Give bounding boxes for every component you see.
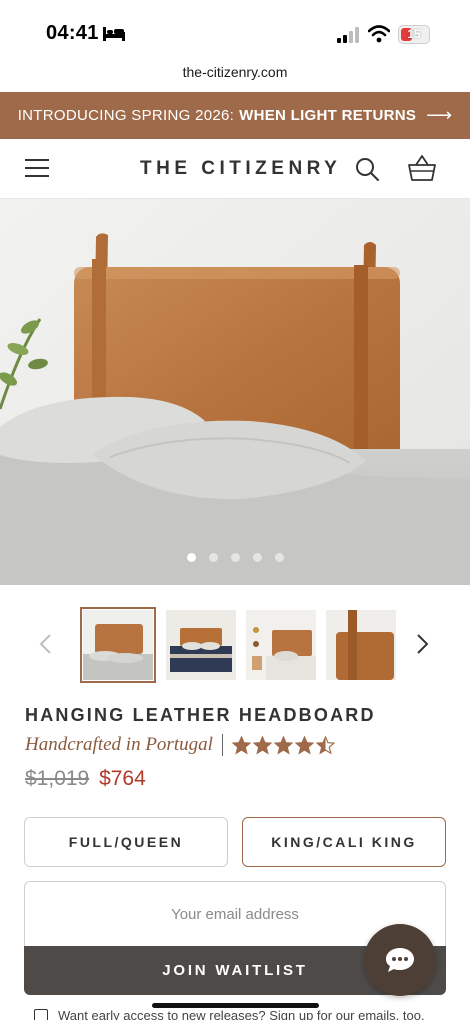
original-price: $1,019 bbox=[25, 767, 90, 790]
rating-stars[interactable] bbox=[231, 735, 335, 755]
carousel-dot[interactable] bbox=[208, 553, 218, 562]
carousel-dot[interactable] bbox=[252, 553, 262, 562]
thumbnail-strip bbox=[0, 605, 470, 685]
size-option-full-queen[interactable]: FULL/QUEEN bbox=[24, 817, 228, 867]
carousel-dot[interactable] bbox=[186, 553, 196, 562]
promo-text: INTRODUCING SPRING 2026: bbox=[17, 107, 235, 124]
product-hero-image[interactable] bbox=[0, 199, 470, 585]
star-icon bbox=[294, 735, 314, 754]
star-icon bbox=[315, 735, 335, 754]
thumbnail-4[interactable] bbox=[326, 610, 396, 680]
chevron-right-icon[interactable] bbox=[416, 633, 430, 655]
star-icon bbox=[252, 735, 272, 754]
price-row: $1,019 $764 bbox=[25, 767, 146, 791]
browser-url[interactable]: the-citizenry.com bbox=[0, 64, 470, 80]
headboard-photo bbox=[0, 199, 470, 585]
status-time: 04:41 bbox=[46, 22, 99, 44]
cart-icon[interactable] bbox=[407, 154, 437, 182]
size-option-king-cali-king[interactable]: KING/CALI KING bbox=[242, 817, 446, 867]
star-icon bbox=[273, 735, 293, 754]
sale-price: $764 bbox=[99, 767, 146, 790]
meta-divider bbox=[221, 734, 223, 756]
product-title: HANGING LEATHER HEADBOARD bbox=[25, 705, 376, 725]
bed-icon bbox=[103, 27, 125, 41]
battery-level: 15 bbox=[407, 27, 421, 41]
wifi-icon bbox=[368, 25, 390, 43]
site-header: THE CITIZENRY bbox=[0, 139, 470, 199]
email-consent: Want early access to new releases? Sign … bbox=[34, 1008, 425, 1020]
thumbnail-3[interactable] bbox=[246, 610, 316, 680]
battery-icon: 15 bbox=[398, 25, 430, 44]
thumbnail-2[interactable] bbox=[166, 610, 236, 680]
carousel-dots bbox=[0, 553, 470, 562]
site-logo[interactable]: THE CITIZENRY bbox=[140, 158, 341, 180]
star-icon bbox=[231, 735, 251, 754]
chat-icon bbox=[386, 948, 414, 972]
arrow-right-icon: ⟶ bbox=[426, 105, 453, 125]
promo-highlight: WHEN LIGHT RETURNS bbox=[239, 107, 417, 124]
consent-text: Want early access to new releases? Sign … bbox=[58, 1008, 425, 1020]
chat-button[interactable] bbox=[364, 924, 436, 996]
home-indicator bbox=[152, 1003, 319, 1008]
menu-icon[interactable] bbox=[25, 159, 49, 179]
product-origin: Handcrafted in Portugal bbox=[25, 734, 213, 755]
carousel-dot[interactable] bbox=[274, 553, 284, 562]
signal-icon bbox=[337, 27, 359, 43]
promo-banner[interactable]: INTRODUCING SPRING 2026: WHEN LIGHT RETU… bbox=[0, 92, 470, 139]
thumbnail-1[interactable] bbox=[80, 607, 156, 683]
carousel-dot[interactable] bbox=[230, 553, 240, 562]
status-bar: 04:41 15 bbox=[0, 0, 470, 62]
search-icon[interactable] bbox=[355, 157, 379, 181]
product-meta: Handcrafted in Portugal bbox=[25, 734, 335, 756]
consent-checkbox[interactable] bbox=[34, 1008, 48, 1020]
chevron-left-icon[interactable] bbox=[38, 633, 52, 655]
